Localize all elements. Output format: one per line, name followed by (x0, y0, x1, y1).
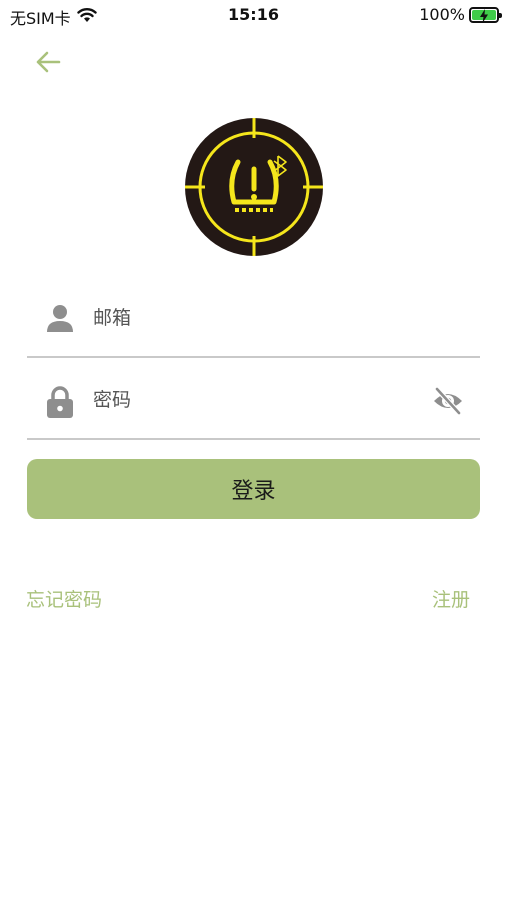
status-right: 100% (419, 5, 502, 24)
tire-pressure-warning-bluetooth-icon (185, 118, 323, 256)
eye-off-icon[interactable] (432, 385, 464, 417)
battery-fill (472, 8, 496, 23)
battery-charging-icon (469, 6, 502, 23)
register-link[interactable]: 注册 (432, 585, 470, 612)
lock-icon (45, 385, 75, 418)
status-bar: 无SIM卡 15:16 100% (0, 0, 507, 30)
arrow-left-icon (36, 51, 61, 73)
app-logo (185, 118, 323, 256)
forgot-password-link[interactable]: 忘记密码 (26, 585, 102, 612)
user-icon (45, 303, 75, 333)
password-input[interactable] (93, 380, 423, 420)
battery-percent: 100% (419, 5, 465, 24)
email-field-row (27, 298, 480, 358)
password-field-row (27, 380, 480, 440)
login-screen: 无SIM卡 15:16 100% 邮箱 登录 忘记密码 注册 (0, 0, 507, 900)
email-input[interactable] (93, 298, 423, 338)
back-button[interactable] (30, 44, 66, 80)
login-button[interactable]: 登录 (27, 459, 480, 519)
